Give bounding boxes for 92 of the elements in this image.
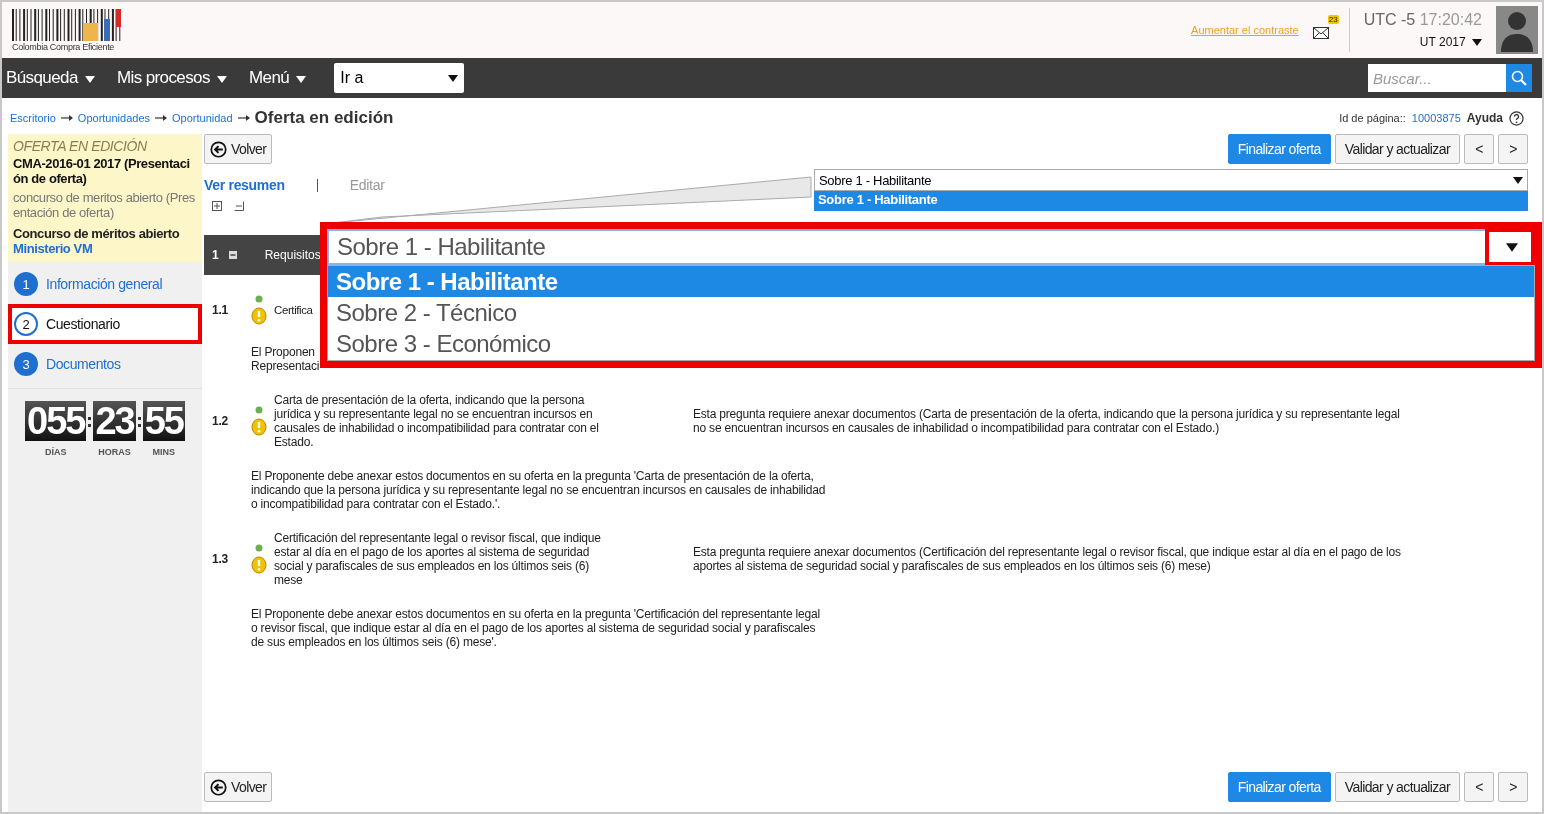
mail-count-badge: 23 xyxy=(1327,15,1339,24)
next-button[interactable]: > xyxy=(1498,134,1528,164)
finish-offer-button[interactable]: Finalizar oferta xyxy=(1227,772,1331,802)
caret-icon xyxy=(216,76,227,83)
warning-icon xyxy=(251,307,267,325)
step-item[interactable]: 2 Cuestionario xyxy=(8,304,202,344)
countdown-label: HORAS xyxy=(98,447,131,457)
step-number: 2 xyxy=(14,312,38,336)
question-hint: Esta pregunta requiere anexar documentos (Carta de presentación de la oferta, indicando que la persona jurídica y su representante legal no se encuentran incursos en causales de inhabilidad o incompatibilidad para contratar con el Estado.) xyxy=(693,407,1401,435)
help-icon[interactable] xyxy=(1509,110,1524,126)
countdown-label: MINS xyxy=(152,447,176,457)
status-dot-icon xyxy=(255,295,263,303)
question-hint: Esta pregunta requiere anexar documentos (Certificación del representante legal o revisor fiscal, que indique estar al día en el pago de los aportes al sistema de seguridad social y parafiscales de sus empleados en los últimos seis (6) mese) xyxy=(693,545,1402,573)
previous-button[interactable]: < xyxy=(1464,134,1494,164)
arrow-icon xyxy=(237,115,250,121)
search-icon xyxy=(1511,70,1527,86)
countdown-digits: 055 xyxy=(25,401,87,441)
goto-select[interactable]: Ir a xyxy=(334,63,465,93)
nav-menu[interactable]: Menú xyxy=(248,68,307,88)
next-button[interactable]: > xyxy=(1498,772,1528,802)
timezone-label: UTC -5 xyxy=(1363,11,1416,28)
breadcrumb-link[interactable]: Escritorio xyxy=(10,112,56,124)
countdown-digits: 55 xyxy=(142,401,185,441)
barcode-logo-icon xyxy=(12,8,124,41)
section-number: 1 xyxy=(212,248,219,262)
countdown-digits: 23 xyxy=(93,401,136,441)
search-field[interactable]: Buscar... xyxy=(1368,64,1506,92)
process-description: concurso de meritos abierto (Presentación de oferta) xyxy=(13,190,196,220)
envelope-option[interactable]: Sobre 1 - Habilitante xyxy=(328,266,1534,297)
breadcrumb-link[interactable]: Oportunidad xyxy=(172,112,233,124)
question-text: Certificación del representante legal o revisor fiscal, que indique estar al día en el pago de los aportes al sistema de seguridad social y parafiscales de sus empleados en los últimos seis (6) mese xyxy=(274,531,602,587)
back-button[interactable]: Volver xyxy=(204,134,273,164)
clock-time: 17:20:42 xyxy=(1419,11,1482,28)
avatar-icon[interactable] xyxy=(1496,6,1538,54)
question-number: 1.3 xyxy=(211,552,230,566)
question-number: 1.1 xyxy=(211,303,230,317)
colon-icon xyxy=(137,417,141,427)
page-title: Oferta en edición xyxy=(254,108,394,128)
arrow-icon xyxy=(60,115,73,121)
search-button[interactable] xyxy=(1506,64,1532,92)
caret-icon xyxy=(84,76,95,83)
back-button[interactable]: Volver xyxy=(204,772,273,802)
offer-status: OFERTA EN EDICIÓN xyxy=(13,138,148,154)
caret-icon xyxy=(448,74,459,82)
caret-icon xyxy=(1513,176,1523,184)
previous-button[interactable]: < xyxy=(1464,772,1494,802)
page-id-label: Id de página:: xyxy=(1339,112,1406,124)
step-item[interactable]: 3 Documentos xyxy=(12,350,198,378)
question-text: Certifica xyxy=(274,304,313,316)
nav-menu[interactable]: Mis procesos xyxy=(116,68,227,88)
validate-button[interactable]: Validar y actualizar xyxy=(1334,772,1460,802)
question-note: El Proponente debe anexar estos documentos en su oferta en la pregunta 'Certificación del representante legal o revisor fiscal, que indique estar al día en el pago de los aportes al sistema de seguridad social y parafiscales de sus empleados en los últimos seis (6) mese'. xyxy=(251,607,821,649)
question-note: El Proponente debe anexar estos documentos en su oferta en la pregunta 'Carta de presentación de la oferta, indicando que la persona jurídica y su representante legal no se encuentran incursos en causales de inhabilidad o incompatibilidad para contratar con el Estado.'. xyxy=(251,469,826,511)
warning-icon xyxy=(251,556,267,574)
finish-offer-button[interactable]: Finalizar oferta xyxy=(1227,134,1331,164)
countdown-label: DÍAS xyxy=(44,447,67,457)
nav-menu[interactable]: Búsqueda xyxy=(6,68,95,88)
entity-link[interactable]: Ministerio VM xyxy=(13,241,93,256)
step-number: 3 xyxy=(14,352,38,376)
step-item[interactable]: 1 Información general xyxy=(12,270,198,298)
envelope-select[interactable]: Sobre 1 - Habilitante xyxy=(814,169,1528,191)
status-dot-icon xyxy=(255,544,263,552)
caret-icon xyxy=(296,76,307,83)
question-note: El Proponen xyxy=(251,345,315,359)
breadcrumb-link[interactable]: Oportunidades xyxy=(77,112,150,124)
caret-icon xyxy=(1505,242,1518,252)
warning-icon xyxy=(251,418,267,436)
caret-icon xyxy=(1472,39,1482,46)
arrow-icon xyxy=(155,115,167,121)
collapse-icon[interactable] xyxy=(228,251,237,259)
view-link[interactable]: Ver resumen xyxy=(204,177,285,193)
question-text: Carta de presentación de la oferta, indicando que la persona jurídica y su representante legal no se encuentran incursos en causales de inhabilidad o incompatibilidad para contratar con el Estado. xyxy=(274,393,600,449)
separator-icon xyxy=(316,178,318,192)
envelope-select-enlarged[interactable]: Sobre 1 - Habilitante xyxy=(327,229,1535,265)
question-number: 1.2 xyxy=(211,414,230,428)
status-dot-icon xyxy=(255,406,263,414)
help-link[interactable]: Ayuda xyxy=(1466,111,1503,125)
page-id-link[interactable]: 10003875 xyxy=(1411,112,1461,124)
envelope-option[interactable]: Sobre 1 - Habilitante xyxy=(814,191,1528,211)
collapse-all-icon[interactable] xyxy=(234,201,244,211)
expand-all-icon[interactable] xyxy=(212,201,222,211)
question-note: Representaci xyxy=(251,359,320,373)
validate-button[interactable]: Validar y actualizar xyxy=(1334,134,1460,164)
envelope-option[interactable]: Sobre 3 - Económico xyxy=(328,328,1534,359)
process-type: Concurso de méritos abierto xyxy=(13,226,181,241)
section-title: Requisitos xyxy=(264,248,321,262)
user-menu[interactable]: UT 2017 xyxy=(1419,35,1482,49)
logo-text: Colombia Compra Eficiente xyxy=(12,41,116,52)
process-title: CMA-2016-01 2017 (Presentación de oferta) xyxy=(13,156,191,186)
envelope-option[interactable]: Sobre 2 - Técnico xyxy=(328,297,1534,328)
step-number: 1 xyxy=(14,272,38,296)
envelope-icon xyxy=(1312,27,1329,39)
